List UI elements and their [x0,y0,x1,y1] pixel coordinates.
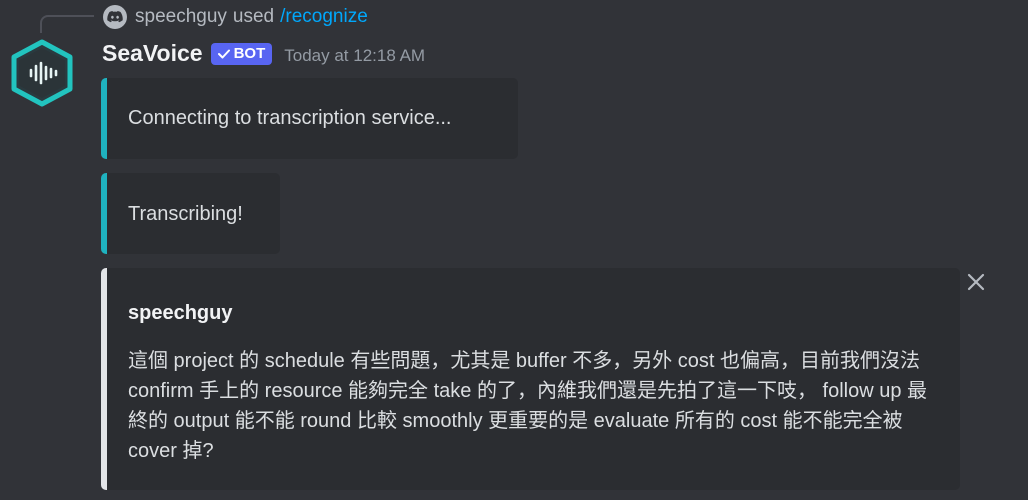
bot-badge: BOT [210,42,273,65]
discord-icon [103,5,127,29]
close-icon [967,273,985,291]
soundwave-hexagon-icon [11,39,73,107]
message-timestamp[interactable]: Today at 12:18 AM [284,42,425,66]
reply-command-link[interactable]: /recognize [280,6,368,28]
checkmark-icon [217,49,230,58]
embed-text: Transcribing! [128,203,243,225]
bot-avatar[interactable] [10,39,74,107]
close-button[interactable] [962,268,990,296]
transcript-embed: speechguy 這個 project 的 schedule 有些問題，尤其是… [101,268,960,490]
reply-connector-line [40,15,94,33]
reply-reference[interactable]: speechguy used /recognize [103,5,368,29]
transcript-author: speechguy [128,302,233,324]
status-embed-transcribing: Transcribing! [101,173,280,254]
embed-text: Connecting to transcription service... [128,107,452,129]
status-embed-connecting: Connecting to transcription service... [101,78,518,159]
transcript-body: 這個 project 的 schedule 有些問題，尤其是 buffer 不多… [128,350,928,462]
reply-used-text: used [232,6,275,27]
bot-badge-label: BOT [233,45,266,62]
bot-username[interactable]: SeaVoice [102,40,203,67]
reply-username[interactable]: speechguy [135,6,227,28]
message-header: SeaVoice BOT Today at 12:18 AM [102,40,425,67]
